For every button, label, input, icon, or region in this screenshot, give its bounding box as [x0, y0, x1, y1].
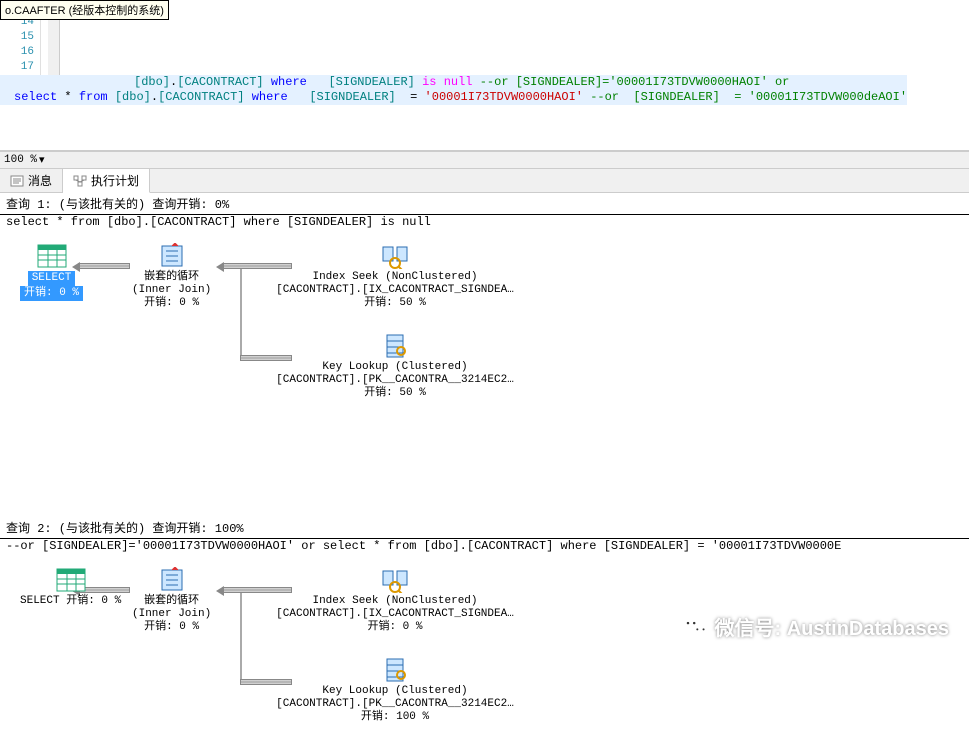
tab-messages[interactable]: 消息: [0, 169, 63, 192]
tab-messages-label: 消息: [28, 172, 52, 189]
plan-node-select[interactable]: SELECT 开销: 0 %: [20, 567, 121, 608]
select-cost: 开销: 0 %: [66, 595, 121, 608]
index-seek-icon: [379, 243, 411, 269]
plan-connector: [240, 593, 242, 683]
select-cost: 开销: 0 %: [20, 286, 83, 301]
plan-icon: [73, 175, 87, 187]
zoom-level[interactable]: 100 %: [4, 154, 37, 166]
lookup-object: [CACONTRACT].[PK__CACONTRA__3214EC2…: [270, 374, 520, 387]
lookup-cost: 开销: 100 %: [270, 711, 520, 724]
hover-tooltip: o.CAAFTER (经版本控制的系统): [0, 0, 169, 20]
loop-type: (Inner Join): [132, 284, 211, 297]
select-label: SELECT: [28, 271, 76, 286]
plan-node-index-seek[interactable]: Index Seek (NonClustered) [CACONTRACT].[…: [270, 567, 520, 634]
editor-zoom-bar: 100 % ▾: [0, 151, 969, 169]
plan-node-nested-loop[interactable]: 嵌套的循环 (Inner Join) 开销: 0 %: [132, 243, 211, 310]
arrow-icon: [216, 586, 224, 596]
lookup-cost: 开销: 50 %: [270, 387, 520, 400]
loop-label: 嵌套的循环: [132, 271, 211, 284]
messages-icon: [10, 175, 24, 187]
arrow-icon: [216, 262, 224, 272]
loop-type: (Inner Join): [132, 608, 211, 621]
lookup-label: Key Lookup (Clustered): [270, 361, 520, 374]
seek-label: Index Seek (NonClustered): [270, 271, 520, 284]
plan-connector: [240, 269, 242, 359]
key-lookup-icon: [379, 333, 411, 359]
seek-object: [CACONTRACT].[IX_CACONTRACT_SIGNDEA…: [270, 608, 520, 621]
select-icon: [55, 567, 87, 593]
plan-node-key-lookup[interactable]: Key Lookup (Clustered) [CACONTRACT].[PK_…: [270, 657, 520, 724]
plan-node-nested-loop[interactable]: 嵌套的循环 (Inner Join) 开销: 0 %: [132, 567, 211, 634]
seek-object: [CACONTRACT].[IX_CACONTRACT_SIGNDEA…: [270, 284, 520, 297]
watermark: 微信号: AustinDatabases: [681, 612, 950, 641]
select-icon: [36, 243, 68, 269]
nested-loop-icon: [156, 567, 188, 593]
zoom-dropdown-icon[interactable]: ▾: [39, 153, 45, 167]
index-seek-icon: [379, 567, 411, 593]
plan-node-index-seek[interactable]: Index Seek (NonClustered) [CACONTRACT].[…: [270, 243, 520, 310]
seek-cost: 开销: 50 %: [270, 297, 520, 310]
code-body[interactable]: [dbo].[CACONTRACT] where [SIGNDEALER] is…: [0, 75, 907, 150]
plan-node-select[interactable]: SELECT 开销: 0 %: [20, 243, 83, 301]
query1-header: 查询 1: (与该批有关的) 查询开销: 0%: [0, 193, 969, 215]
query1-plan[interactable]: SELECT 开销: 0 % 嵌套的循环 (Inner Join) 开销: 0 …: [0, 237, 969, 437]
query2-header: 查询 2: (与该批有关的) 查询开销: 100%: [0, 517, 969, 539]
plan-node-key-lookup[interactable]: Key Lookup (Clustered) [CACONTRACT].[PK_…: [270, 333, 520, 400]
lookup-object: [CACONTRACT].[PK__CACONTRA__3214EC2…: [270, 698, 520, 711]
seek-label: Index Seek (NonClustered): [270, 595, 520, 608]
execution-plan-pane[interactable]: 查询 1: (与该批有关的) 查询开销: 0% select * from [d…: [0, 193, 969, 741]
watermark-text: 微信号: AustinDatabases: [715, 612, 950, 641]
loop-cost: 开销: 0 %: [132, 621, 211, 634]
key-lookup-icon: [379, 657, 411, 683]
query2-sql: --or [SIGNDEALER]='00001I73TDVW0000HAOI'…: [0, 539, 969, 555]
query2-plan[interactable]: SELECT 开销: 0 % 嵌套的循环 (Inner Join) 开销: 0 …: [0, 561, 969, 741]
sql-editor[interactable]: o.CAAFTER (经版本控制的系统) 1314151617 [dbo].[C…: [0, 0, 969, 151]
select-label: SELECT: [20, 595, 60, 608]
tab-plan-label: 执行计划: [91, 172, 139, 189]
plan-connector: [78, 263, 130, 269]
results-tabs: 消息 执行计划: [0, 169, 969, 193]
wechat-icon: [681, 615, 709, 639]
tab-execution-plan[interactable]: 执行计划: [63, 169, 150, 193]
loop-cost: 开销: 0 %: [132, 297, 211, 310]
query1-sql: select * from [dbo].[CACONTRACT] where […: [0, 215, 969, 231]
nested-loop-icon: [156, 243, 188, 269]
lookup-label: Key Lookup (Clustered): [270, 685, 520, 698]
seek-cost: 开销: 0 %: [270, 621, 520, 634]
loop-label: 嵌套的循环: [132, 595, 211, 608]
